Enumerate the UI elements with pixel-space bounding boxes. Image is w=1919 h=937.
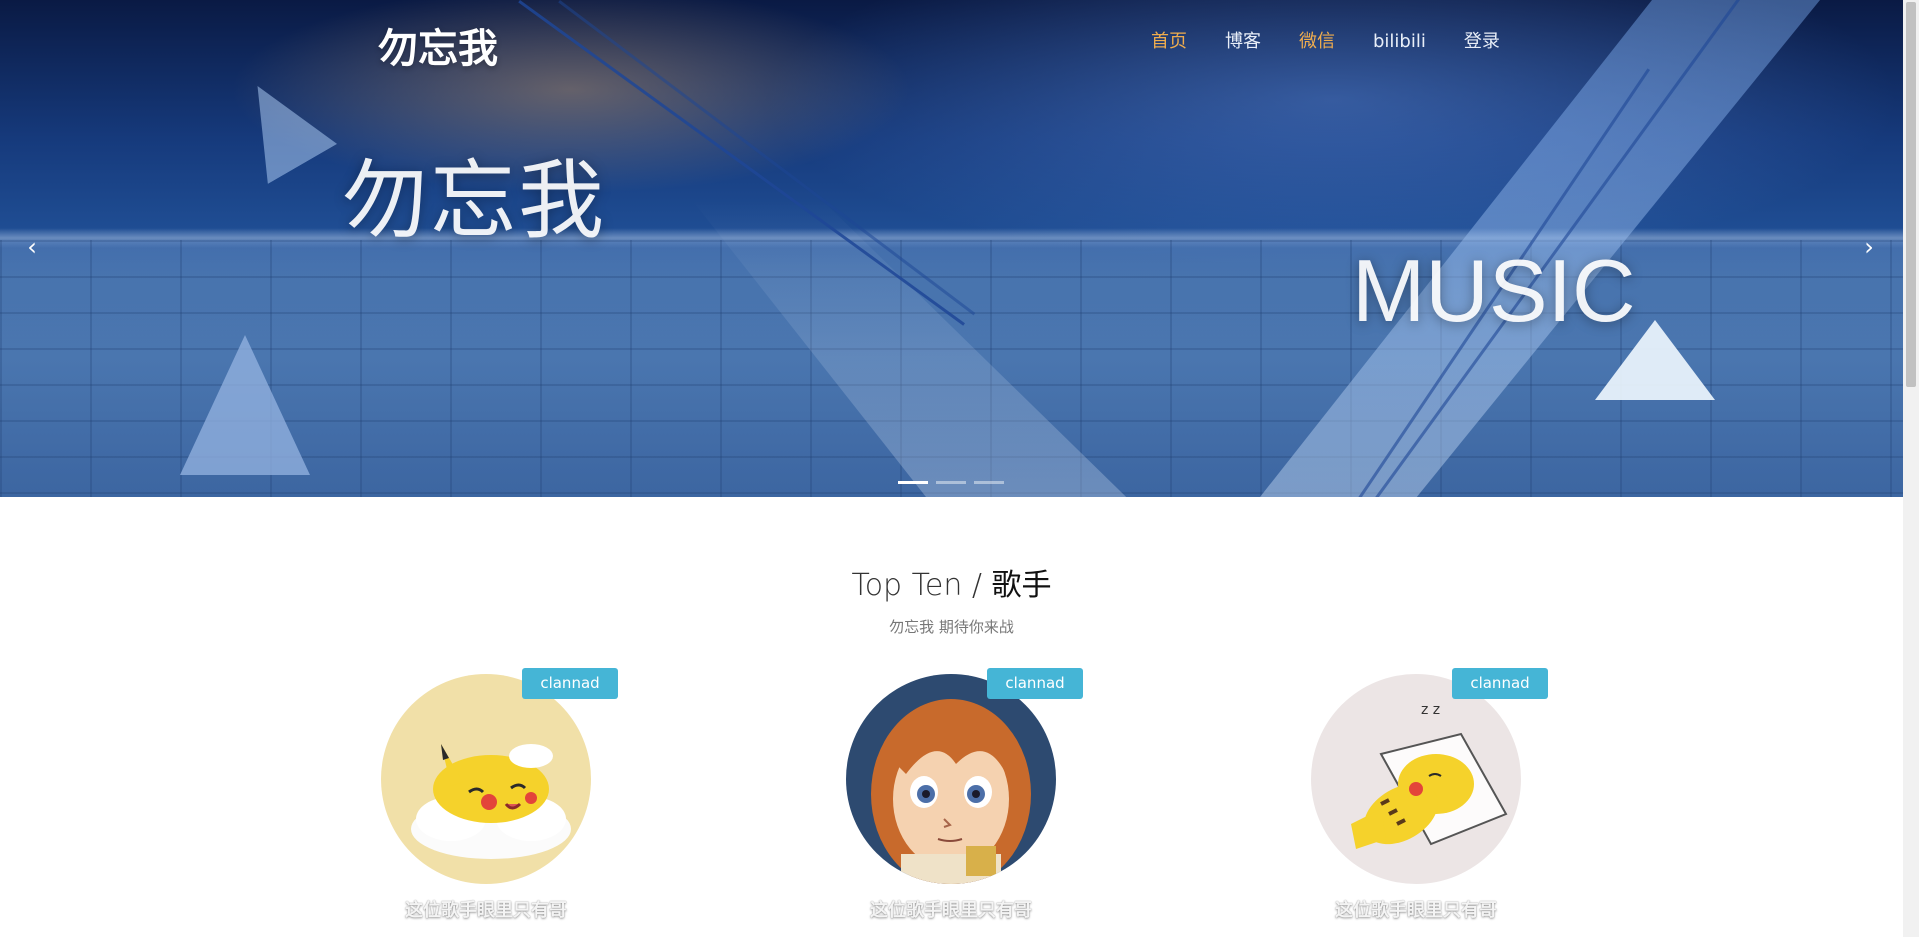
brand-logo[interactable]: 勿忘我 — [378, 16, 498, 74]
hero-title-cn: 勿忘我 — [342, 151, 606, 251]
genre-badge: clannad — [987, 668, 1083, 699]
genre-badge: clannad — [522, 668, 618, 699]
card-caption: 这位歌手眼里只有哥 — [1335, 900, 1497, 921]
card-caption: 这位歌手眼里只有哥 — [870, 900, 1032, 921]
nav-login[interactable]: 登录 — [1445, 28, 1519, 56]
hero-title-en: MUSIC — [1352, 241, 1636, 340]
singer-card[interactable]: clannad 这位歌手眼里只有哥 — [381, 668, 621, 928]
nav-home[interactable]: 首页 — [1132, 28, 1206, 56]
anime-girl-portrait-image — [846, 674, 1056, 884]
genre-badge: clannad — [1452, 668, 1548, 699]
carousel-next-button[interactable]: › — [1854, 232, 1884, 262]
carousel-prev-button[interactable]: ‹ — [17, 232, 47, 262]
section-title-en: Top Ten / — [851, 568, 992, 603]
hero-triangle-decoration — [223, 66, 337, 184]
carousel-indicator-1[interactable] — [898, 481, 928, 484]
nav-blog[interactable]: 博客 — [1206, 28, 1280, 56]
nav-wechat[interactable]: 微信 — [1280, 28, 1354, 56]
singer-avatar[interactable] — [846, 674, 1056, 884]
singer-card[interactable]: clannad 这位歌手眼里只有哥 — [846, 668, 1086, 928]
carousel-indicator-3[interactable] — [974, 481, 1004, 484]
sleeping-pikachu-pillow-image: z z — [1311, 674, 1521, 884]
hero-carousel: 勿忘我 MUSIC ‹ › — [0, 0, 1903, 497]
scrollbar-thumb[interactable] — [1906, 2, 1916, 387]
page-scrollbar[interactable] — [1903, 0, 1919, 937]
carousel-indicators — [898, 481, 1004, 484]
svg-text:z z: z z — [1421, 702, 1440, 718]
singer-avatar[interactable] — [381, 674, 591, 884]
nav-bilibili[interactable]: bilibili — [1354, 28, 1445, 56]
sleeping-pikachu-cloud-image — [381, 674, 591, 884]
main-nav: 首页 博客 微信 bilibili 登录 — [1132, 28, 1519, 56]
singer-avatar[interactable]: z z — [1311, 674, 1521, 884]
section-title-cn: 歌手 — [991, 568, 1052, 603]
carousel-indicator-2[interactable] — [936, 481, 966, 484]
section-title: Top Ten / 歌手 — [0, 560, 1903, 604]
section-subtitle: 勿忘我 期待你来战 — [889, 618, 1014, 636]
card-caption: 这位歌手眼里只有哥 — [405, 900, 567, 921]
singer-card[interactable]: z z clannad 这位歌手眼里只有哥 — [1311, 668, 1551, 928]
